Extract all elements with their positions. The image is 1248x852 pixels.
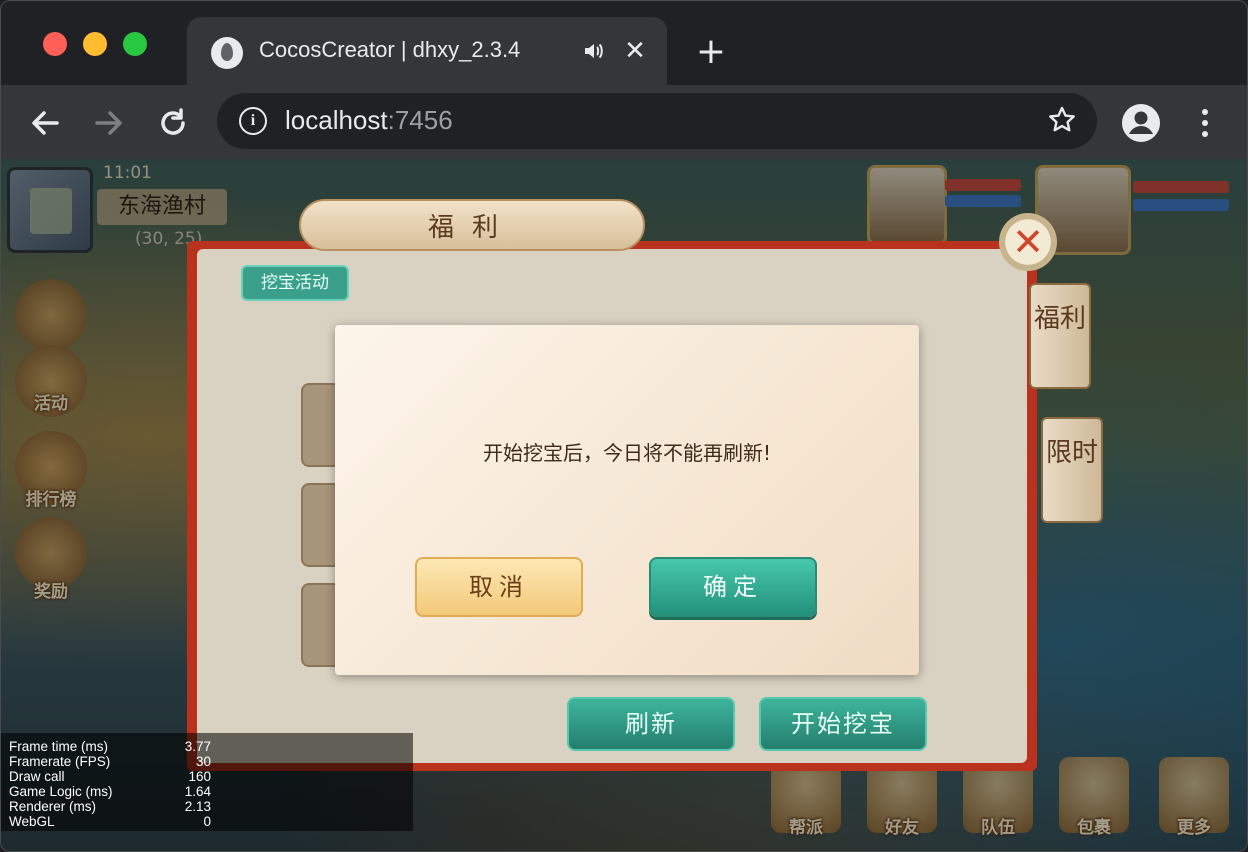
close-x-icon: ✕ [1012,220,1044,264]
address-bar[interactable]: i localhost:7456 [217,93,1097,149]
cocos-favicon-icon [211,37,243,69]
tab-strip: CocosCreator | dhxy_2.3.4 ✕ + [1,1,1247,85]
new-tab-button[interactable]: + [691,34,731,70]
debug-stats-panel: Frame time (ms) 3.77 Framerate (FPS) 30 Dr… [1,733,413,831]
browser-window: CocosCreator | dhxy_2.3.4 ✕ + i localhos… [0,0,1248,852]
minimize-window-button[interactable] [83,32,107,56]
confirm-button[interactable]: 确定 [649,557,817,617]
browser-tab-active[interactable]: CocosCreator | dhxy_2.3.4 ✕ [187,17,667,85]
cancel-button[interactable]: 取消 [415,557,583,617]
refresh-button[interactable]: 刷新 [567,697,735,751]
side-tab-limited[interactable]: 限时 [1041,417,1103,523]
bookmark-star-icon[interactable] [1047,105,1077,135]
side-tab-welfare[interactable]: 福利 [1029,283,1091,389]
forward-arrow-icon[interactable] [91,105,127,141]
welfare-panel-header: 福利 [299,199,645,251]
url-text[interactable]: localhost:7456 [285,105,453,136]
back-arrow-icon[interactable] [27,105,63,141]
kebab-menu-icon[interactable] [1193,103,1217,143]
tab-treasure-dig[interactable]: 挖宝活动 [241,265,349,301]
welfare-panel-title: 福利 [427,213,516,243]
close-window-button[interactable] [43,32,67,56]
dialog-message: 开始挖宝后，今日将不能再刷新! [482,441,772,465]
audio-playing-icon[interactable] [581,39,605,63]
url-host: localhost [285,105,388,135]
tab-close-icon[interactable]: ✕ [621,37,649,65]
browser-toolbar: i localhost:7456 [1,85,1247,159]
confirm-dialog: 开始挖宝后，今日将不能再刷新! 取消 确定 [335,325,919,675]
site-info-icon[interactable]: i [239,107,267,135]
tab-title: CocosCreator | dhxy_2.3.4 [259,37,521,62]
panel-close-button[interactable]: ✕ [999,213,1057,271]
maximize-window-button[interactable] [123,32,147,56]
profile-avatar-icon[interactable] [1121,103,1161,143]
url-port: :7456 [387,105,453,135]
start-dig-button[interactable]: 开始挖宝 [759,697,927,751]
game-canvas[interactable]: 11:01 东海渔村 (30, 25) 活动 排行榜 奖励 帮派 好友 队伍 包… [1,159,1247,851]
reload-icon[interactable] [155,105,191,141]
